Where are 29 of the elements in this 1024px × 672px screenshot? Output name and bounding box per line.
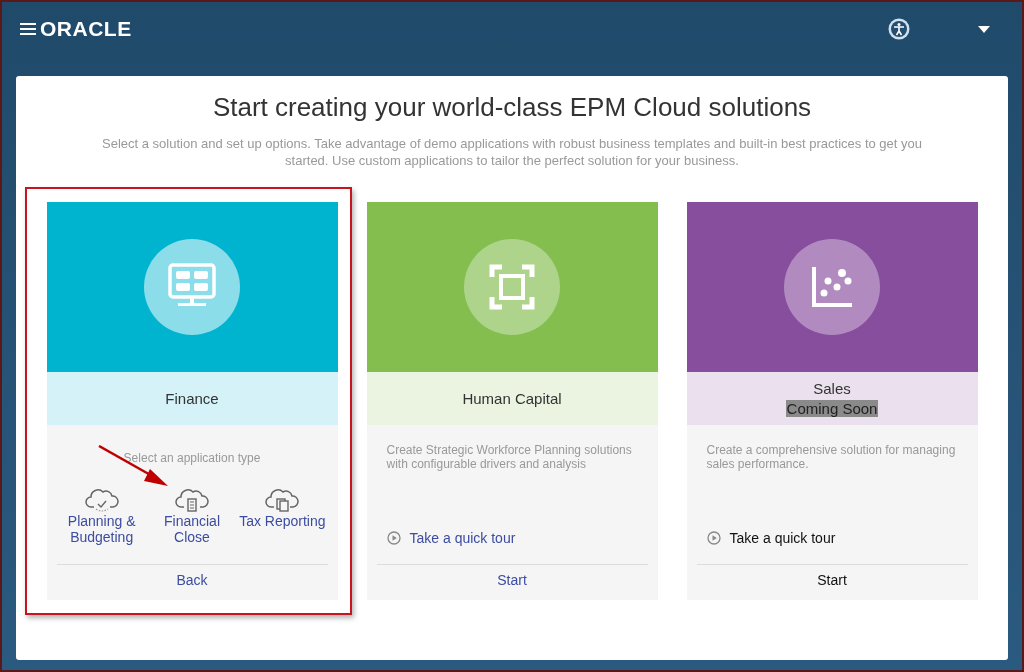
solution-name: Human Capital	[462, 390, 562, 407]
monitor-icon	[144, 239, 240, 335]
quick-tour-link[interactable]: Take a quick tour	[386, 530, 648, 546]
solution-description: Create a comprehensive solution for managing sales performance.	[706, 443, 957, 471]
app-type-link[interactable]: Tax Reporting	[237, 487, 328, 545]
cloud-icon	[84, 487, 119, 513]
cloud-icon	[175, 487, 209, 513]
page-title: Start creating your world-class EPM Cloud solutions	[212, 92, 812, 123]
page-subtitle: Select a solution and set up options. Take advantage of demo applications with robust business templates and built-in best practices to get you started. Use custom applications to tailor the perfect solution for your business.	[101, 135, 923, 169]
play-icon	[386, 531, 401, 545]
card-footer-link[interactable]: Back	[176, 572, 208, 588]
solution-card[interactable]: Human Capital Create Strategic Workforce Planning solutions with configurable drivers and analysis Take a quick tour Start	[366, 202, 658, 600]
solution-card[interactable]: Finance Select an application type Planning & Budgeting Financial Close Tax Reporting Back	[46, 202, 338, 600]
scatter-plot-icon	[784, 239, 880, 335]
frame-icon	[464, 239, 560, 335]
dropdown-caret-icon[interactable]	[978, 25, 990, 33]
play-icon	[706, 531, 721, 545]
menu-icon[interactable]	[20, 23, 36, 35]
cloud-icon	[265, 487, 300, 513]
card-footer-link[interactable]: Start	[497, 572, 527, 588]
solution-name: Sales	[813, 380, 851, 397]
accessibility-icon[interactable]	[888, 18, 910, 40]
app-type-prompt: Select an application type	[122, 451, 262, 465]
solution-name: Finance	[165, 390, 219, 407]
app-type-link[interactable]: Financial Close	[146, 487, 238, 545]
solution-description: Create Strategic Workforce Planning solutions with configurable drivers and analysis	[386, 443, 633, 471]
app-type-link[interactable]: Planning & Budgeting	[56, 487, 147, 545]
logo: ORACLE	[40, 17, 132, 41]
coming-soon-label: Coming Soon	[785, 400, 879, 417]
